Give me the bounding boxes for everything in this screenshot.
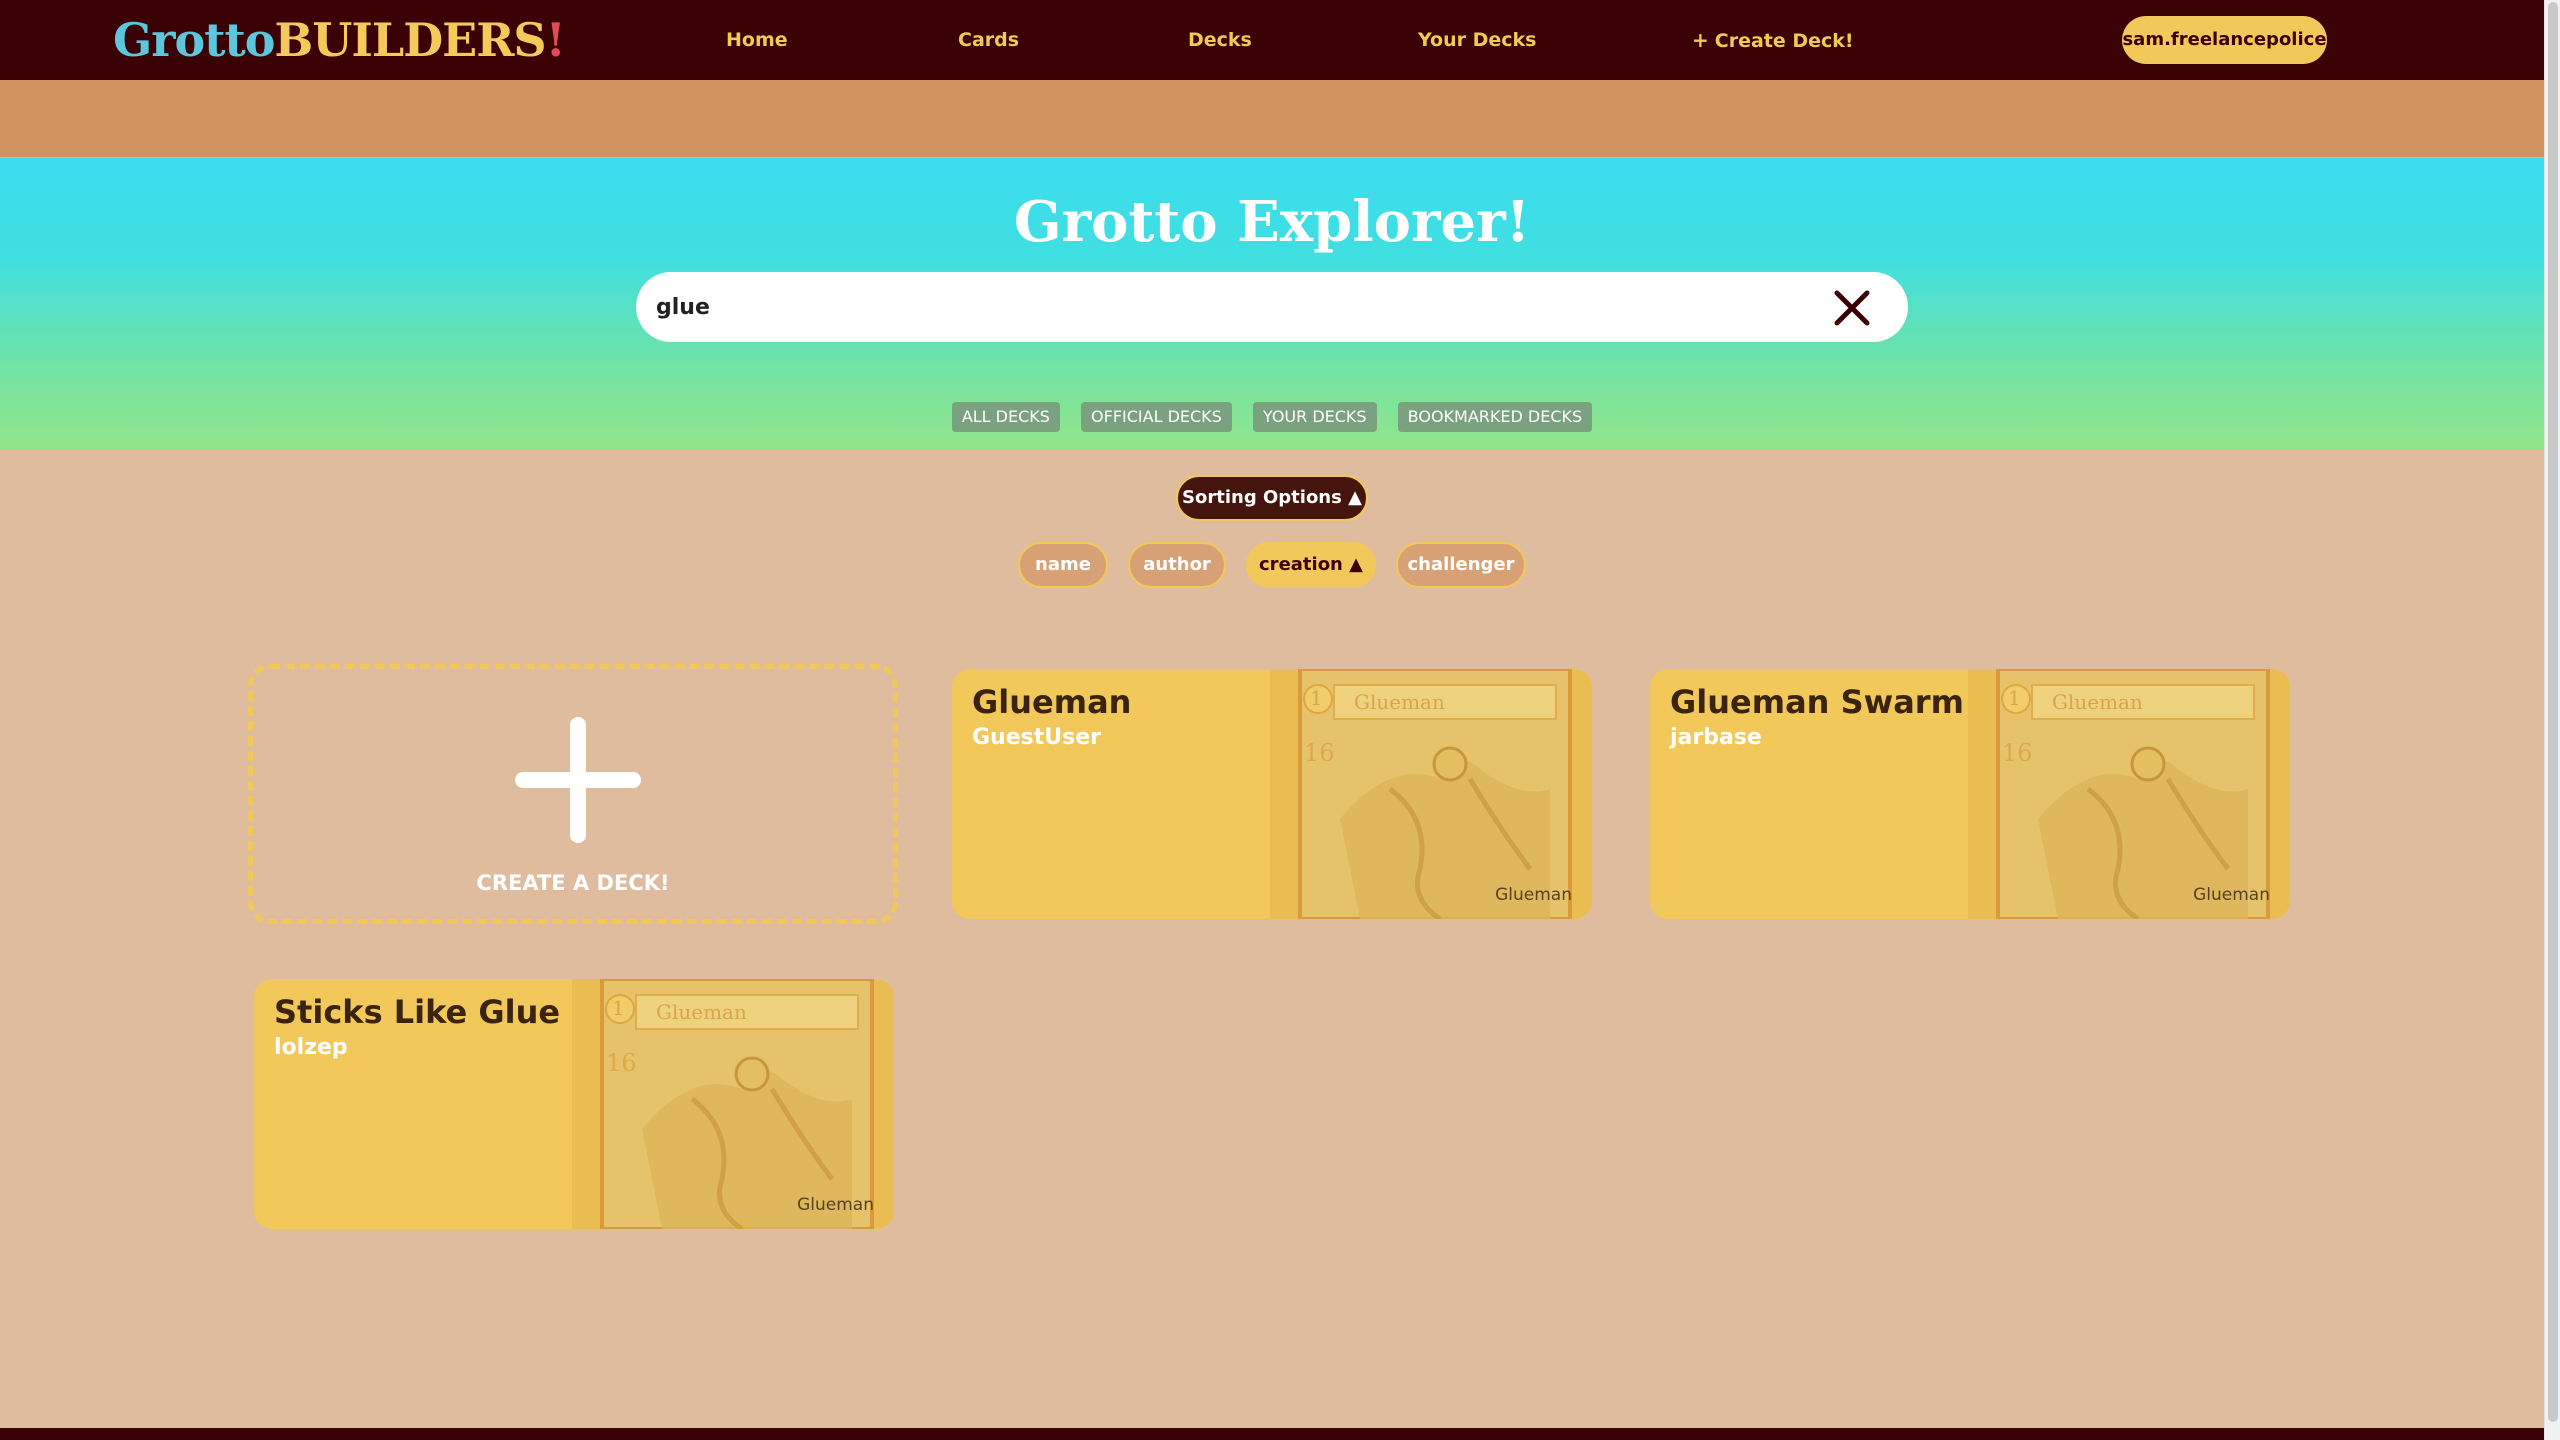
deck-card[interactable]: Sticks Like Glue lolzep 1 Glueman 16 Glu… xyxy=(254,979,894,1229)
logo-builders: BUILDERS xyxy=(274,13,546,67)
card-power: 16 xyxy=(606,1049,637,1077)
deck-author: lolzep xyxy=(274,1035,348,1060)
plus-icon: + xyxy=(1692,28,1709,52)
card-art-image: 1 Glueman 16 xyxy=(572,979,894,1229)
user-account-button[interactable]: sam.freelancepolice xyxy=(2122,16,2327,64)
scrollbar-thumb[interactable] xyxy=(2548,2,2558,1422)
deck-title: Sticks Like Glue xyxy=(274,993,561,1031)
filter-official-decks[interactable]: OFFICIAL DECKS xyxy=(1081,402,1232,432)
card-art-title: Glueman xyxy=(656,1000,747,1024)
card-art-title: Glueman xyxy=(2052,690,2143,714)
sort-creation-button[interactable]: creation ▲ xyxy=(1246,542,1376,588)
nav-home-link[interactable]: Home xyxy=(726,22,788,58)
card-art-image: 1 Glueman 16 xyxy=(1270,669,1592,919)
deck-author: GuestUser xyxy=(972,725,1101,750)
nav-cards-link[interactable]: Cards xyxy=(958,22,1019,58)
search-bar xyxy=(636,272,1908,342)
nav-create-deck-label: Create Deck! xyxy=(1714,30,1854,52)
create-deck-label: CREATE A DECK! xyxy=(476,871,670,895)
deck-title: Glueman xyxy=(972,683,1132,721)
header-band xyxy=(0,80,2544,158)
plus-icon xyxy=(515,717,641,843)
filter-your-decks[interactable]: YOUR DECKS xyxy=(1252,402,1377,432)
deck-title: Glueman Swarm xyxy=(1670,683,1964,721)
card-art-title: Glueman xyxy=(1354,690,1445,714)
nav-create-deck-link[interactable]: + Create Deck! xyxy=(1692,22,1854,58)
featured-card-name: Glueman xyxy=(2193,885,2270,905)
page: GrottoBUILDERS! Home Cards Decks Your De… xyxy=(0,0,2544,1440)
deck-card[interactable]: Glueman Swarm jarbase 1 Glueman 16 Gluem… xyxy=(1650,669,2290,919)
navbar: GrottoBUILDERS! Home Cards Decks Your De… xyxy=(0,0,2544,80)
page-title: Grotto Explorer! xyxy=(1013,189,1531,255)
nav-decks-link[interactable]: Decks xyxy=(1188,22,1252,58)
card-cost: 1 xyxy=(2008,686,2021,710)
featured-card-name: Glueman xyxy=(1495,885,1572,905)
footer-bar xyxy=(0,1428,2544,1440)
sorting-options-toggle[interactable]: Sorting Options ▲ xyxy=(1176,475,1368,521)
card-art-image: 1 Glueman 16 xyxy=(1968,669,2290,919)
card-cost: 1 xyxy=(1310,686,1323,710)
card-cost: 1 xyxy=(612,996,625,1020)
deck-author: jarbase xyxy=(1670,725,1762,750)
explorer-hero: Grotto Explorer! ALL DECKS OFFICIAL DECK… xyxy=(0,158,2544,450)
featured-card-name: Glueman xyxy=(797,1195,874,1215)
filter-all-decks[interactable]: ALL DECKS xyxy=(951,402,1060,432)
nav-your-decks-link[interactable]: Your Decks xyxy=(1418,22,1536,58)
logo-exclamation: ! xyxy=(545,13,566,67)
logo[interactable]: GrottoBUILDERS! xyxy=(113,10,566,70)
filter-bookmarked-decks[interactable]: BOOKMARKED DECKS xyxy=(1397,402,1593,432)
logo-grotto: Grotto xyxy=(113,13,275,67)
sort-challenger-button[interactable]: challenger xyxy=(1396,542,1526,588)
sort-name-button[interactable]: name xyxy=(1018,542,1108,588)
deck-card[interactable]: Glueman GuestUser 1 Glueman 16 Glueman xyxy=(952,669,1592,919)
sort-author-button[interactable]: author xyxy=(1128,542,1226,588)
close-icon[interactable] xyxy=(1834,290,1870,326)
page-scrollbar[interactable] xyxy=(2544,0,2560,1440)
create-deck-card[interactable]: CREATE A DECK! xyxy=(248,664,898,924)
card-power: 16 xyxy=(1304,739,1335,767)
deck-filter-tabs: ALL DECKS OFFICIAL DECKS YOUR DECKS BOOK… xyxy=(0,402,2544,432)
card-power: 16 xyxy=(2002,739,2033,767)
search-input[interactable] xyxy=(656,272,1806,342)
